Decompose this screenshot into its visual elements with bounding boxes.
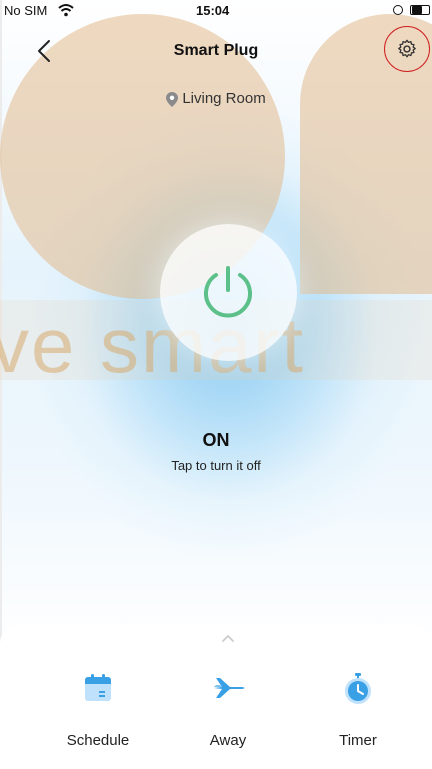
location-pin-icon <box>166 91 179 107</box>
power-hint-text: Tap to turn it off <box>171 458 261 473</box>
orientation-lock-icon <box>393 5 403 15</box>
clock: 15:04 <box>196 3 230 18</box>
timer-label: Timer <box>339 732 377 749</box>
calendar-icon <box>85 674 111 701</box>
power-toggle-button[interactable] <box>160 224 297 361</box>
location-label: Living Room <box>182 90 266 107</box>
airplane-icon <box>214 678 245 698</box>
stopwatch-icon <box>345 673 371 704</box>
page-title: Smart Plug <box>173 42 259 59</box>
power-icon <box>204 266 252 318</box>
wifi-icon <box>58 4 74 17</box>
chevron-up-icon[interactable] <box>221 633 235 643</box>
gear-icon <box>398 39 416 58</box>
schedule-label: Schedule <box>66 732 130 749</box>
device-location: Living Room <box>0 90 432 107</box>
battery-icon <box>410 5 432 15</box>
status-bar: No SIM 15:04 <box>0 0 432 22</box>
settings-button[interactable] <box>384 26 430 72</box>
power-state-label: ON <box>202 430 230 450</box>
app-screen: ve smart No SIM 15:04 Smart Plug Living … <box>0 0 432 769</box>
carrier-label: No SIM <box>4 3 48 18</box>
away-label: Away <box>209 732 247 749</box>
